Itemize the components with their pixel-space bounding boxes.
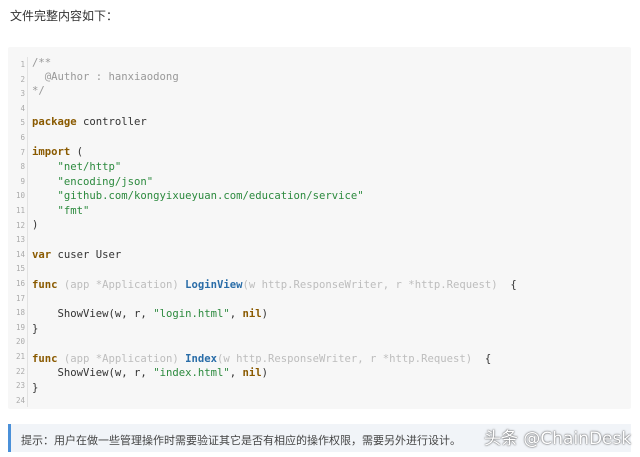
intro-text: 文件完整内容如下： <box>10 9 119 23</box>
line-number: 1 <box>20 60 25 69</box>
code-text: , <box>229 308 243 320</box>
tip-text: 提示：用户在做一些管理操作时需要验证其它是否有相应的操作权限，需要另外进行设计。 <box>21 434 461 447</box>
keyword: func <box>32 279 58 291</box>
code-line: ShowView(w, r, "index.html", nil) <box>32 367 269 380</box>
line-number: 17 <box>15 293 25 303</box>
string: "login.html" <box>153 308 230 320</box>
code-line: ShowView(w, r, "login.html", nil) <box>32 308 269 321</box>
receiver: (app *Application) <box>57 279 186 291</box>
code-text: { <box>497 279 517 291</box>
keyword: var <box>32 249 52 261</box>
line-number: 4 <box>20 103 25 113</box>
keyword: nil <box>242 367 262 379</box>
code-text: ( <box>70 146 84 158</box>
line-number: 19 <box>15 322 25 332</box>
line-number: 13 <box>15 235 25 245</box>
line-number: 20 <box>15 337 25 347</box>
code-text: controller <box>76 116 147 128</box>
line-number: 8 <box>20 162 25 172</box>
code-line: @Author : hanxiaodong <box>32 71 179 83</box>
line-number: 14 <box>15 249 25 259</box>
code-line: } <box>32 323 39 335</box>
code-block: 1 2 3 4 5 6 7 8 9 10 11 12 13 14 15 16 17 18 19 20 21 22 23 24 … <box>8 47 631 409</box>
params: (w http.ResponseWriter, r *http.Request) <box>242 279 498 291</box>
line-number: 23 <box>15 381 25 391</box>
params: (w http.ResponseWriter, r *http.Request) <box>216 353 473 365</box>
keyword: import <box>32 146 71 158</box>
code-line: package controller <box>32 116 147 129</box>
line-number: 6 <box>20 133 25 142</box>
code-line: func (app *Application) LoginView(w http… <box>32 279 517 292</box>
line-number-gutter: 1 2 3 4 5 6 7 8 9 10 11 12 13 14 15 16 17 18 19 20 21 22 23 24 <box>8 57 28 407</box>
code-text: cuser User <box>51 249 122 261</box>
code-line: var cuser User <box>32 249 121 262</box>
line-number: 7 <box>20 147 25 157</box>
line-number: 11 <box>15 206 25 215</box>
line-number: 24 <box>15 395 25 405</box>
line-number: 2 <box>20 74 25 84</box>
receiver: (app *Application) <box>57 353 186 365</box>
line-number: 5 <box>20 118 25 128</box>
keyword: package <box>32 116 77 128</box>
line-number: 21 <box>15 352 25 361</box>
code-line: "net/http" <box>32 161 122 173</box>
watermark: 头条 @ChainDesk <box>484 429 632 449</box>
line-number: 9 <box>20 176 25 186</box>
keyword: func <box>32 353 58 365</box>
code-line: "github.com/kongyixueyuan.com/education/… <box>32 190 364 202</box>
string: "index.html" <box>153 367 230 379</box>
code-line: "encoding/json" <box>32 176 154 188</box>
function-name: LoginView <box>185 279 243 291</box>
line-number: 12 <box>15 220 25 230</box>
code-text: , <box>229 367 243 379</box>
keyword: nil <box>242 308 262 320</box>
line-number: 3 <box>20 89 25 99</box>
code-line: } <box>32 382 39 394</box>
code-line: /** <box>32 57 52 69</box>
code-text: { <box>472 353 492 365</box>
code-text: ShowView(w, r, <box>32 367 154 379</box>
code-line: import ( <box>32 146 83 159</box>
line-number: 18 <box>15 308 25 318</box>
code-line: "fmt" <box>32 205 90 217</box>
code-line: ) <box>32 219 39 231</box>
code-line: func (app *Application) Index(w http.Res… <box>32 353 491 366</box>
line-number: 16 <box>15 279 25 288</box>
code-text: ShowView(w, r, <box>32 308 154 320</box>
function-name: Index <box>185 353 217 365</box>
line-number: 10 <box>15 191 25 201</box>
code-line: */ <box>32 85 45 97</box>
code-text: ) <box>261 367 269 379</box>
code-text: ) <box>261 308 269 320</box>
line-number: 22 <box>15 366 25 376</box>
line-number: 15 <box>15 264 25 274</box>
